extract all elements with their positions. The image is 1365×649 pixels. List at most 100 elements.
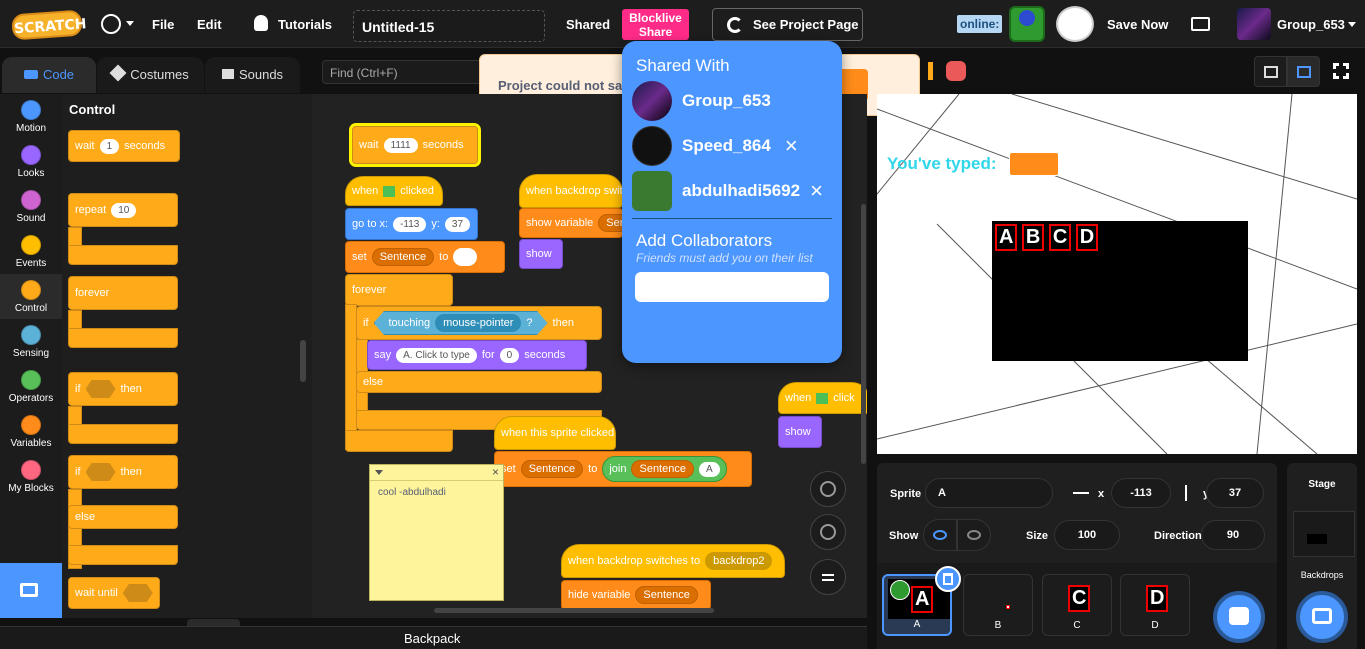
remove-collaborator-icon[interactable]: × bbox=[810, 178, 823, 204]
boolean-slot[interactable] bbox=[85, 380, 116, 398]
join-block[interactable]: join Sentence A bbox=[602, 456, 727, 482]
category-variables[interactable]: Variables bbox=[0, 415, 62, 449]
palette-repeat-block[interactable]: repeat 10 bbox=[68, 193, 178, 227]
set-variable-block[interactable]: set Sentence to bbox=[345, 241, 505, 273]
sprite-tile-b[interactable]: B bbox=[963, 574, 1033, 636]
add-backdrop-button[interactable] bbox=[1296, 591, 1348, 643]
backpack-bar[interactable]: Backpack bbox=[0, 626, 867, 649]
save-now-button[interactable]: Save Now bbox=[1107, 17, 1168, 32]
comment-note[interactable]: × cool -abdulhadi bbox=[369, 464, 504, 601]
add-extension-button[interactable] bbox=[0, 563, 62, 618]
touching-block[interactable]: touching mouse-pointer ? bbox=[373, 311, 548, 335]
x-input[interactable]: -113 bbox=[393, 216, 427, 232]
add-collaborator-input[interactable] bbox=[635, 272, 829, 302]
forever-block[interactable]: forever bbox=[345, 274, 453, 306]
folder-icon[interactable] bbox=[1191, 17, 1210, 31]
palette-wait-until-block[interactable]: wait until bbox=[68, 577, 160, 609]
repeat-input[interactable]: 10 bbox=[111, 202, 137, 218]
size-input[interactable]: 100 bbox=[1054, 520, 1120, 550]
menu-tutorials[interactable]: Tutorials bbox=[278, 17, 332, 32]
variable-reporter[interactable]: Sentence bbox=[631, 460, 694, 478]
wait-input[interactable]: 1111 bbox=[383, 137, 418, 153]
boolean-slot[interactable] bbox=[85, 463, 116, 481]
category-my-blocks[interactable]: My Blocks bbox=[0, 460, 62, 494]
join-input[interactable]: A bbox=[698, 461, 720, 477]
username-label[interactable]: Group_653 bbox=[1277, 17, 1345, 32]
online-user-avatar[interactable] bbox=[1009, 6, 1045, 42]
menu-file[interactable]: File bbox=[152, 17, 174, 32]
show-block[interactable]: show bbox=[519, 239, 563, 269]
set-join-block[interactable]: set Sentence to join Sentence A bbox=[494, 451, 752, 487]
shared-button[interactable]: Shared bbox=[566, 17, 610, 32]
comment-text[interactable]: cool -abdulhadi bbox=[370, 481, 503, 504]
horizontal-scrollbar[interactable] bbox=[434, 608, 714, 613]
stage-canvas[interactable]: You've typed: A B C D bbox=[877, 94, 1357, 454]
y-input[interactable]: 37 bbox=[1206, 478, 1264, 508]
show-variable-block[interactable]: show variable Sen bbox=[519, 208, 634, 238]
see-project-page-button[interactable]: See Project Page bbox=[712, 8, 863, 41]
variable-dropdown[interactable]: Sentence bbox=[635, 586, 698, 604]
delete-sprite-button[interactable] bbox=[935, 566, 961, 592]
category-events[interactable]: Events bbox=[0, 235, 62, 269]
when-flag-clicked-block[interactable]: when clicked bbox=[345, 176, 443, 206]
palette-scrollbar[interactable] bbox=[300, 340, 306, 382]
normal-stage-button[interactable] bbox=[1287, 56, 1320, 87]
menu-edit[interactable]: Edit bbox=[197, 17, 222, 32]
language-globe-icon[interactable] bbox=[101, 14, 121, 34]
when-flag-clicked-block[interactable]: when click bbox=[778, 382, 867, 414]
direction-input[interactable]: 90 bbox=[1201, 520, 1265, 550]
show-visible-button[interactable] bbox=[923, 519, 957, 551]
touching-dropdown[interactable]: mouse-pointer bbox=[435, 314, 522, 332]
find-input[interactable]: Find (Ctrl+F) bbox=[322, 60, 482, 84]
category-sound[interactable]: Sound bbox=[0, 190, 62, 224]
chat-bubble-icon[interactable] bbox=[1056, 6, 1094, 42]
zoom-in-button[interactable] bbox=[810, 471, 846, 507]
category-control[interactable]: Control bbox=[0, 274, 62, 319]
go-to-xy-block[interactable]: go to x: -113 y: 37 bbox=[345, 208, 478, 240]
show-hidden-button[interactable] bbox=[957, 519, 991, 551]
fullscreen-icon[interactable] bbox=[1333, 63, 1349, 79]
when-sprite-clicked-block[interactable]: when this sprite clicked bbox=[494, 416, 616, 450]
close-icon[interactable]: × bbox=[492, 465, 499, 479]
category-sensing[interactable]: Sensing bbox=[0, 325, 62, 359]
wait-input[interactable]: 1 bbox=[99, 138, 120, 154]
chevron-down-icon[interactable] bbox=[1348, 22, 1356, 27]
y-input[interactable]: 37 bbox=[444, 216, 471, 232]
backdrop-dropdown[interactable]: backdrop2 bbox=[705, 552, 773, 570]
tab-code[interactable]: Code bbox=[2, 57, 96, 93]
stage-target-panel[interactable]: Stage Backdrops bbox=[1287, 463, 1357, 649]
collapse-icon[interactable] bbox=[375, 470, 383, 475]
tab-costumes[interactable]: Costumes bbox=[97, 57, 204, 93]
palette-wait-block[interactable]: wait 1 seconds bbox=[68, 130, 180, 162]
hide-variable-block[interactable]: hide variable Sentence bbox=[561, 580, 711, 610]
wait-block[interactable]: wait 1111 seconds bbox=[352, 126, 478, 164]
say-for-seconds-block[interactable]: say A. Click to type for 0 seconds bbox=[367, 340, 587, 370]
tab-sounds[interactable]: Sounds bbox=[205, 57, 300, 93]
sprite-tile-c[interactable]: C C bbox=[1042, 574, 1112, 636]
say-input[interactable]: A. Click to type bbox=[396, 347, 477, 363]
remove-collaborator-icon[interactable]: × bbox=[785, 133, 798, 159]
palette-forever-block[interactable]: forever bbox=[68, 276, 178, 310]
variable-dropdown[interactable]: Sentence bbox=[371, 248, 435, 266]
seconds-input[interactable]: 0 bbox=[499, 347, 520, 363]
blocklive-share-button[interactable]: Blocklive Share bbox=[622, 9, 689, 40]
palette-if-block[interactable]: if then bbox=[68, 372, 178, 406]
value-input[interactable] bbox=[453, 248, 478, 266]
small-stage-button[interactable] bbox=[1254, 56, 1287, 87]
x-input[interactable]: -113 bbox=[1111, 478, 1171, 508]
scratch-logo[interactable]: SCRATCH bbox=[11, 9, 87, 41]
category-operators[interactable]: Operators bbox=[0, 370, 62, 404]
add-sprite-button[interactable] bbox=[1213, 591, 1265, 643]
zoom-reset-button[interactable] bbox=[810, 559, 846, 595]
if-else-block[interactable]: if touching mouse-pointer ? then bbox=[356, 306, 602, 340]
category-motion[interactable]: Motion bbox=[0, 100, 62, 134]
palette-if-else-block[interactable]: if then bbox=[68, 455, 178, 489]
sprite-name-input[interactable]: A bbox=[925, 478, 1053, 508]
category-looks[interactable]: Looks bbox=[0, 145, 62, 179]
when-backdrop-switches-block[interactable]: when backdrop switc bbox=[519, 174, 628, 208]
stop-icon[interactable] bbox=[946, 61, 966, 81]
when-backdrop-switches-to-block[interactable]: when backdrop switches to backdrop2 bbox=[561, 544, 785, 578]
vertical-scrollbar[interactable] bbox=[861, 204, 866, 464]
show-block[interactable]: show bbox=[778, 416, 822, 448]
project-title-input[interactable]: Untitled-15 bbox=[353, 10, 545, 42]
